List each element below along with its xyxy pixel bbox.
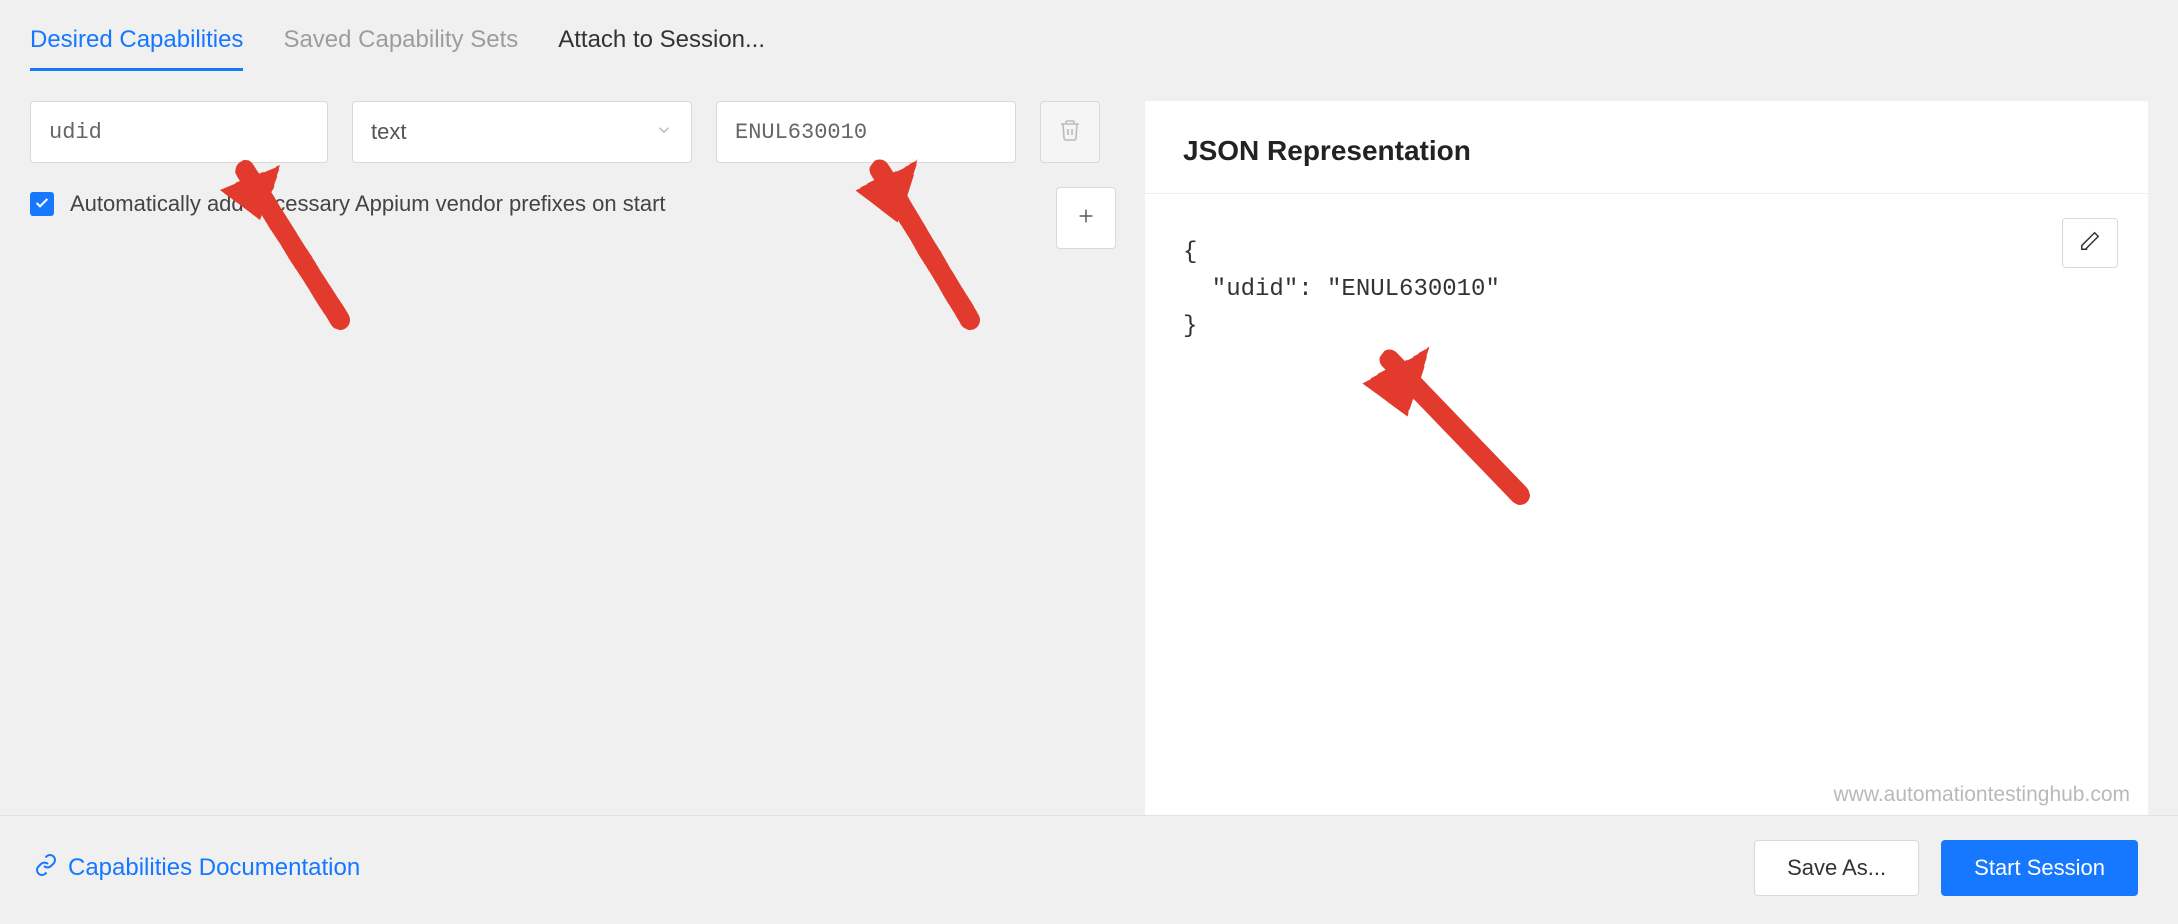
auto-prefix-row: Automatically add necessary Appium vendo… — [30, 191, 1115, 217]
save-as-button[interactable]: Save As... — [1754, 840, 1919, 896]
capability-row: udid text ENUL630010 — [30, 101, 1115, 163]
tab-attach-to-session[interactable]: Attach to Session... — [558, 18, 765, 71]
capability-type-select[interactable]: text — [352, 101, 692, 163]
tabs: Desired Capabilities Saved Capability Se… — [0, 0, 2178, 71]
plus-icon — [1075, 205, 1097, 232]
tab-saved-capability-sets[interactable]: Saved Capability Sets — [283, 18, 518, 71]
add-capability-button[interactable] — [1056, 187, 1116, 249]
pencil-icon — [2079, 230, 2101, 257]
delete-capability-button[interactable] — [1040, 101, 1100, 163]
json-panel-title: JSON Representation — [1145, 101, 2148, 194]
start-session-button[interactable]: Start Session — [1941, 840, 2138, 896]
auto-prefix-label: Automatically add necessary Appium vendo… — [70, 191, 666, 217]
capability-name-input[interactable]: udid — [30, 101, 328, 163]
edit-json-button[interactable] — [2062, 218, 2118, 268]
capability-type-value: text — [371, 119, 406, 145]
watermark-text: www.automationtestinghub.com — [1834, 783, 2131, 807]
json-code: { "udid": "ENUL630010" } — [1183, 234, 2110, 346]
capabilities-form: udid text ENUL630010 — [30, 101, 1115, 815]
chevron-down-icon — [655, 119, 673, 145]
documentation-link-label: Capabilities Documentation — [68, 854, 360, 882]
check-icon — [34, 191, 50, 217]
footer: Capabilities Documentation Save As... St… — [0, 815, 2178, 924]
trash-icon — [1058, 118, 1082, 147]
capabilities-documentation-link[interactable]: Capabilities Documentation — [34, 853, 360, 884]
capability-value-input[interactable]: ENUL630010 — [716, 101, 1016, 163]
auto-prefix-checkbox[interactable] — [30, 192, 54, 216]
json-panel: JSON Representation { "udid": "ENUL63001… — [1145, 101, 2148, 815]
tab-desired-capabilities[interactable]: Desired Capabilities — [30, 18, 243, 71]
link-icon — [34, 853, 58, 884]
